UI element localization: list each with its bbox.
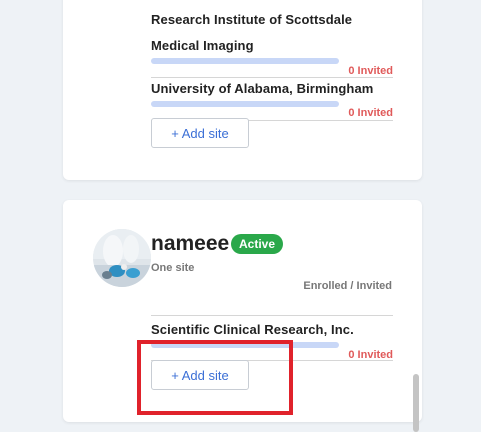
site-entry: Medical Imaging 0 Invited (151, 38, 393, 78)
site-name: Research Institute of Scottsdale (151, 12, 353, 27)
divider (151, 77, 393, 78)
site-entry: University of Alabama, Birmingham 0 Invi… (151, 81, 393, 121)
site-entry: Research Institute of Scottsdale (151, 12, 393, 27)
user-name: nameee (151, 232, 230, 255)
enrolled-invited-header: Enrolled / Invited (303, 280, 392, 292)
site-progress-bar (151, 58, 339, 64)
highlight-box (137, 340, 293, 415)
site-card-top: Research Institute of Scottsdale Medical… (63, 0, 422, 180)
site-status: 0 Invited (348, 65, 393, 77)
site-count: One site (151, 262, 195, 274)
divider (151, 315, 393, 316)
site-name: Scientific Clinical Research, Inc. (151, 322, 354, 337)
site-name: University of Alabama, Birmingham (151, 81, 374, 96)
avatar (93, 229, 151, 287)
site-status: 0 Invited (348, 107, 393, 119)
status-badge: Active (231, 234, 284, 254)
scrollbar-thumb[interactable] (413, 374, 419, 432)
site-progress-bar (151, 101, 339, 107)
add-site-button[interactable]: + Add site (151, 118, 249, 148)
site-name: Medical Imaging (151, 38, 254, 53)
